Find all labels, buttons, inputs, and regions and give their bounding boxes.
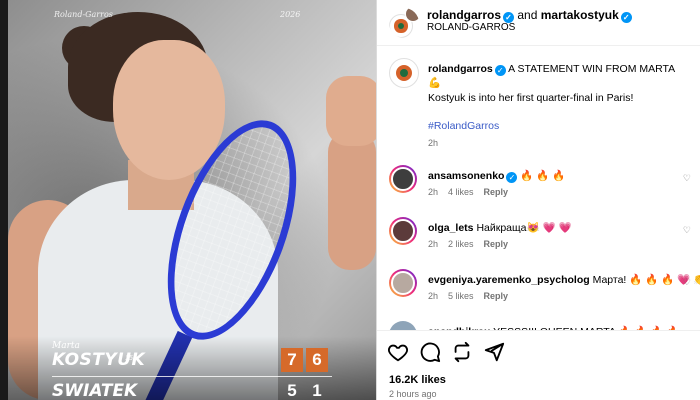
post-panel: rolandgarros ✓ and martakostyuk ✓ ROLAND-G… [376, 0, 700, 400]
comment-like-icon[interactable]: ♡ [683, 173, 691, 184]
comment-text: 🔥 🔥 🔥 [520, 170, 566, 182]
comment-username[interactable]: evgeniya.yaremenko_psycholog [428, 274, 590, 286]
comment-username[interactable]: olga_lets [428, 222, 474, 234]
photo-brand-label: Roland-Garros [54, 10, 113, 19]
comment-username[interactable]: ansamsonenko [428, 170, 504, 182]
verified-icon: ✓ [494, 65, 506, 76]
post-time-ago: 2 hours ago [389, 389, 437, 399]
left-edge [0, 0, 8, 400]
comment-time: 2h [428, 239, 439, 249]
caption-line2: Kostyuk is into her first quarter-final … [428, 92, 634, 104]
header-authors: rolandgarros ✓ and martakostyuk ✓ [427, 8, 632, 23]
comment-meta: 2h 4 likes Reply [428, 187, 518, 197]
repost-icon[interactable] [451, 341, 473, 363]
author-link-martakostyuk[interactable]: martakostyuk [541, 8, 619, 22]
comment-body: olga_lets Найкраща😻 💗 💗 [428, 221, 572, 234]
comment-body: ansamsonenko ✓ 🔥 🔥 🔥 [428, 169, 565, 183]
header-subtitle: ROLAND-GARROS [427, 22, 516, 33]
comment-likes[interactable]: 2 likes [448, 239, 474, 249]
caption-avatar[interactable] [389, 58, 419, 88]
comment-time: 2h [428, 187, 439, 197]
player1-seed: 15 [125, 355, 133, 362]
verified-icon: ✓ [620, 12, 632, 23]
comment-avatar[interactable] [389, 269, 417, 297]
caption-hashtag-link[interactable]: #RolandGarros [428, 120, 690, 132]
post-actions: 16.2K likes 2 hours ago [377, 331, 700, 400]
comment-icon[interactable] [419, 341, 441, 363]
header-and: and [514, 8, 541, 22]
comment-like-icon[interactable]: ♡ [683, 277, 691, 288]
caption-time: 2h [428, 138, 439, 148]
verified-icon: ✓ [506, 172, 518, 183]
comment-time: 2h [428, 291, 439, 301]
caption-line1: rolandgarros ✓ A STATEMENT WIN FROM MARTA… [428, 62, 690, 90]
photo-year-label: 2026 [280, 10, 301, 19]
share-icon[interactable] [483, 341, 505, 363]
comment-body: evgeniya.yaremenko_psycholog Марта! 🔥 🔥 … [428, 273, 700, 286]
comment-avatar[interactable] [389, 165, 417, 193]
player1-set1-score: 7 [281, 348, 303, 372]
heart-icon[interactable] [387, 341, 409, 363]
comment-text: Найкраща😻 💗 💗 [476, 222, 572, 234]
author-link-rolandgarros[interactable]: rolandgarros [427, 8, 501, 22]
comment-meta: 2h 2 likes Reply [428, 239, 518, 249]
comment-meta: 2h 5 likes Reply [428, 291, 518, 301]
likes-count[interactable]: 16.2K likes [389, 374, 446, 386]
caption-username[interactable]: rolandgarros [428, 63, 493, 75]
player2-set2-score: 1 [312, 381, 322, 400]
comment-reply-button[interactable]: Reply [484, 291, 509, 301]
comment-reply-button[interactable]: Reply [484, 239, 509, 249]
comment-like-icon[interactable]: ♡ [683, 225, 691, 236]
comment-likes[interactable]: 5 likes [448, 291, 474, 301]
player2-set1-score: 5 [287, 381, 297, 400]
comment-likes[interactable]: 4 likes [448, 187, 474, 197]
header-divider [377, 45, 700, 46]
coauthor-avatar [405, 8, 419, 22]
player2-seed: 3 [125, 388, 129, 395]
player-forearm [328, 130, 376, 270]
player-fist [326, 76, 376, 146]
scoreboard-divider [52, 376, 332, 377]
player1-set2-score: 6 [306, 348, 328, 372]
comment-reply-button[interactable]: Reply [484, 187, 509, 197]
header-avatar[interactable] [389, 8, 419, 38]
comment-avatar[interactable] [389, 217, 417, 245]
